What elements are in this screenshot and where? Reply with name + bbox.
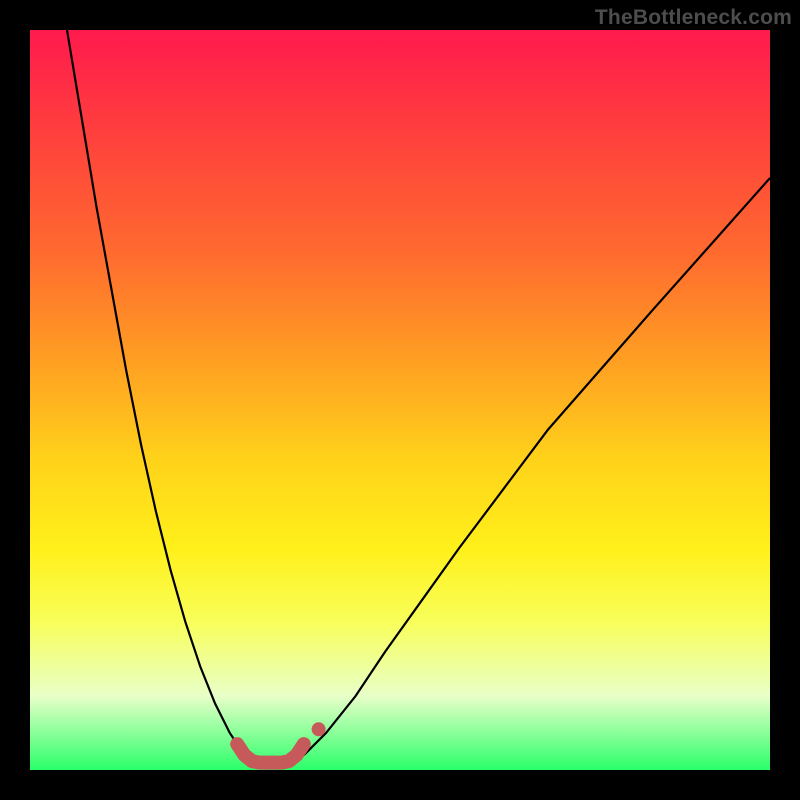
watermark-text: TheBottleneck.com <box>595 6 792 30</box>
left-curve <box>67 30 245 755</box>
chart-frame: TheBottleneck.com <box>0 0 800 800</box>
trough-marker <box>237 744 304 763</box>
chart-svg <box>30 30 770 770</box>
trough-end-dot <box>312 722 326 736</box>
plot-area <box>30 30 770 770</box>
right-curve <box>304 178 770 755</box>
